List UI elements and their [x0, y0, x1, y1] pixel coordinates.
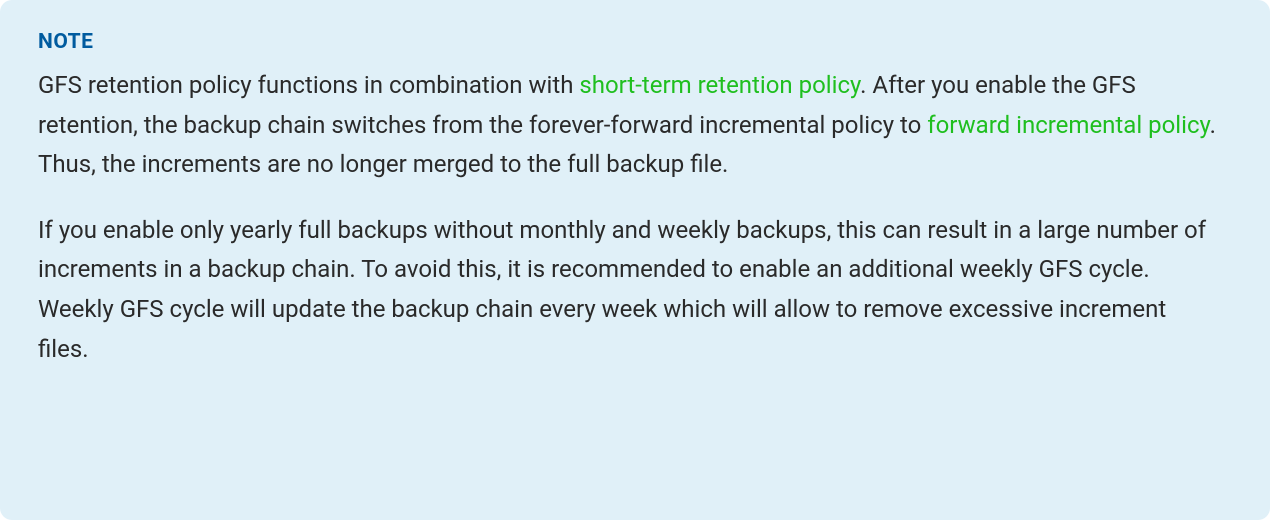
note-paragraph-2: If you enable only yearly full backups w… [38, 211, 1218, 369]
short-term-retention-policy-link[interactable]: short-term retention policy [579, 71, 860, 99]
note-paragraph-1: GFS retention policy functions in combin… [38, 66, 1218, 185]
note-callout: NOTE GFS retention policy functions in c… [0, 0, 1270, 520]
note-heading: NOTE [38, 30, 1232, 54]
forward-incremental-policy-link[interactable]: forward incremental policy [927, 111, 1209, 139]
note-text: GFS retention policy functions in combin… [38, 71, 579, 99]
